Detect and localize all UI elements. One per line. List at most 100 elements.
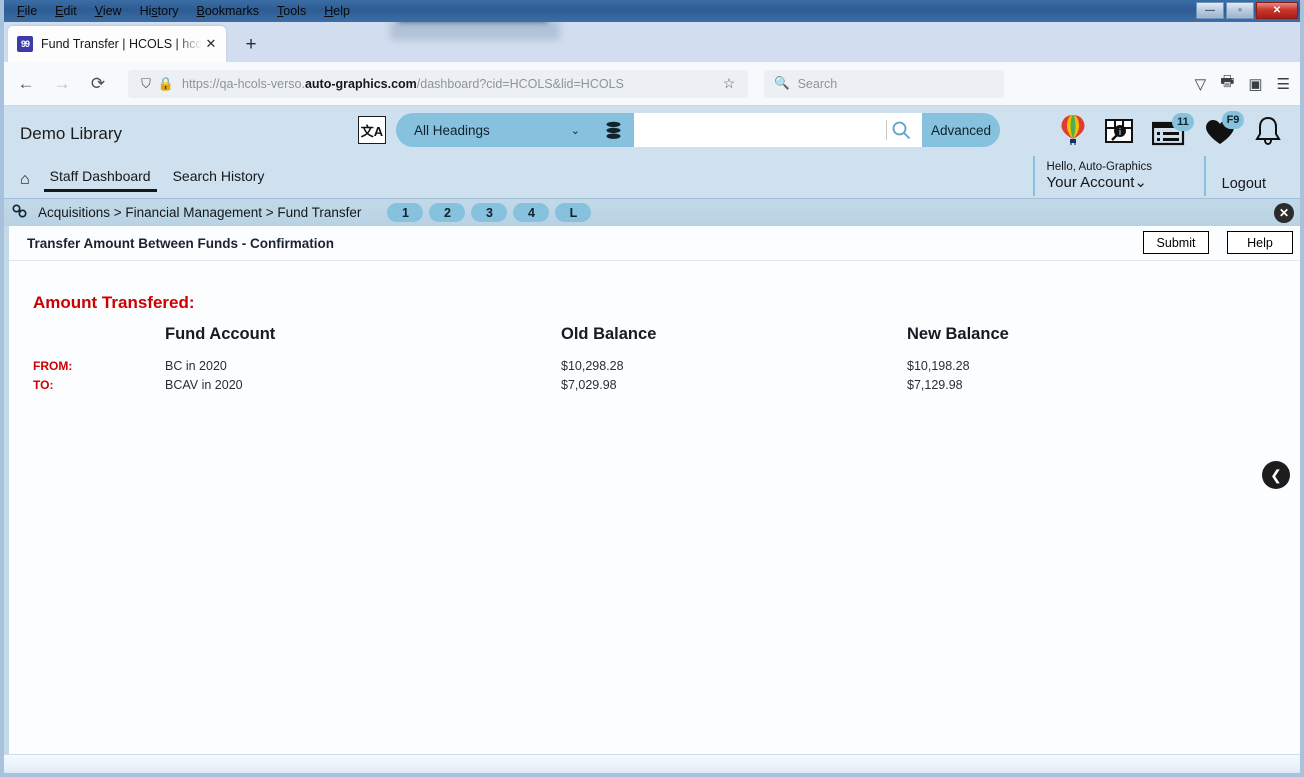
chevron-down-icon: ⌄: [1134, 174, 1147, 191]
account-menu[interactable]: Hello, Auto-Graphics Your Account⌄: [1032, 156, 1152, 196]
menu-item-tools[interactable]: Tools: [268, 0, 315, 22]
back-navigation-button[interactable]: ❮: [1262, 461, 1290, 489]
table-head: Fund Account Old Balance New Balance: [33, 325, 1207, 357]
row-label-to: TO:: [33, 378, 54, 392]
background-ghost-text: [250, 42, 710, 64]
extension-icon[interactable]: ▣: [1248, 75, 1262, 93]
maximize-button[interactable]: ▫: [1226, 2, 1254, 19]
account-label-text: Your Account: [1046, 174, 1135, 191]
search-submit-button[interactable]: [874, 113, 922, 147]
database-icon[interactable]: [592, 113, 634, 147]
back-icon[interactable]: ←: [10, 69, 42, 99]
page-container: Transfer Amount Between Funds - Confirma…: [0, 226, 1304, 754]
logout-button[interactable]: Logout: [1203, 156, 1266, 196]
map-search-icon[interactable]: i: [1104, 116, 1134, 146]
step-indicator: 1 2 3 4 L: [387, 203, 592, 222]
favorites-icon[interactable]: F9: [1204, 111, 1244, 146]
application-viewport: Demo Library 文A All Headings ⌄ Advanced …: [0, 106, 1304, 754]
menu-item-help[interactable]: Help: [315, 0, 359, 22]
breadcrumb-bar: Acquisitions > Financial Management > Fu…: [0, 198, 1304, 226]
col-header-old-balance: Old Balance: [561, 325, 657, 343]
search-icon: 🔍: [774, 76, 790, 90]
notifications-icon[interactable]: [1254, 116, 1282, 146]
account-label: Your Account⌄: [1047, 174, 1152, 192]
print-icon[interactable]: 🖶: [1220, 71, 1234, 96]
primary-nav: ⌂ Staff Dashboard Search History: [20, 168, 270, 192]
close-icon[interactable]: ✕: [1274, 203, 1294, 223]
transfer-summary-table: Fund Account Old Balance New Balance FRO…: [33, 325, 1207, 395]
hamburger-menu-icon[interactable]: ☰: [1277, 75, 1290, 93]
search-scope-select[interactable]: All Headings ⌄: [396, 113, 592, 147]
link-icon: [12, 204, 28, 221]
taskbar-ghost-text: [380, 766, 780, 776]
chevron-down-icon: ⌄: [570, 124, 580, 137]
url-bar[interactable]: ⛉ 🔒 https://qa-hcols-verso.auto-graphics…: [128, 69, 748, 98]
step-l[interactable]: L: [555, 203, 592, 222]
nav-item-staff-dashboard[interactable]: Staff Dashboard: [43, 168, 157, 192]
minimize-button[interactable]: —: [1196, 2, 1224, 19]
step-3[interactable]: 3: [471, 203, 508, 222]
url-suffix: /dashboard?cid=HCOLS&lid=HCOLS: [416, 76, 624, 91]
tab-title: Fund Transfer | HCOLS | hcols | A: [41, 37, 202, 51]
advanced-search-button[interactable]: Advanced: [922, 113, 1000, 147]
menu-item-file[interactable]: File: [8, 0, 46, 22]
window-close-button[interactable]: ✕: [1256, 2, 1298, 19]
account-strip: ⌂ Staff Dashboard Search History Hello, …: [0, 156, 1304, 198]
translate-icon[interactable]: 文A: [358, 116, 386, 144]
menu-bar: File Edit View History Bookmarks Tools H…: [0, 0, 359, 22]
browser-window: — ▫ ✕ File Edit View History Bookmarks T…: [0, 0, 1304, 777]
tab-close-icon[interactable]: ✕: [202, 35, 220, 53]
url-prefix: https://qa-hcols-verso.: [182, 76, 305, 91]
menu-item-edit[interactable]: Edit: [46, 0, 86, 22]
home-icon[interactable]: ⌂: [20, 171, 30, 189]
bookmark-star-icon[interactable]: ☆: [718, 75, 740, 92]
breadcrumb[interactable]: Acquisitions > Financial Management > Fu…: [38, 205, 361, 220]
row-from-new-balance: $10,198.28: [907, 359, 970, 373]
table-row: FROM: BC in 2020 $10,298.28 $10,198.28: [33, 357, 1207, 376]
col-header-new-balance: New Balance: [907, 325, 1009, 343]
favorites-badge: F9: [1222, 111, 1244, 129]
search-input[interactable]: [634, 113, 874, 147]
row-to-fund-account: BCAV in 2020: [165, 378, 243, 392]
logout-label: Logout: [1221, 176, 1266, 192]
reload-icon[interactable]: ⟳: [82, 69, 114, 99]
url-domain: auto-graphics.com: [304, 76, 417, 91]
shield-icon: ⛉: [141, 75, 151, 91]
pocket-icon[interactable]: ▽: [1195, 75, 1207, 93]
page-title-bar: Transfer Amount Between Funds - Confirma…: [9, 226, 1304, 260]
table-body: FROM: BC in 2020 $10,298.28 $10,198.28 T…: [33, 357, 1207, 395]
page-actions: Submit Help: [1143, 231, 1293, 254]
amount-transferred-heading: Amount Transfered:: [33, 293, 195, 312]
step-2[interactable]: 2: [429, 203, 466, 222]
browser-search-bar[interactable]: 🔍 Search: [764, 69, 1004, 98]
help-button[interactable]: Help: [1227, 231, 1293, 254]
page-content: Amount Transfered: Fund Account Old Bala…: [9, 261, 1304, 489]
search-placeholder: Search: [797, 76, 838, 91]
app-header: Demo Library 文A All Headings ⌄ Advanced …: [0, 106, 1304, 162]
step-1[interactable]: 1: [387, 203, 424, 222]
row-label-from: FROM:: [33, 359, 73, 373]
page-title: Transfer Amount Between Funds - Confirma…: [27, 235, 335, 251]
balloon-icon[interactable]: [1060, 114, 1086, 146]
svg-text:i: i: [1119, 128, 1122, 138]
row-to-old-balance: $7,029.98: [561, 378, 617, 392]
lists-badge: 11: [1172, 113, 1194, 131]
lists-icon[interactable]: 11: [1152, 113, 1194, 146]
nav-item-search-history[interactable]: Search History: [167, 168, 271, 192]
forward-icon[interactable]: →: [46, 69, 78, 99]
row-to-new-balance: $7,129.98: [907, 378, 963, 392]
row-from-old-balance: $10,298.28: [561, 359, 624, 373]
menu-item-bookmarks[interactable]: Bookmarks: [188, 0, 269, 22]
search-scope-value: All Headings: [414, 122, 490, 138]
window-controls: — ▫ ✕: [1196, 2, 1298, 19]
step-4[interactable]: 4: [513, 203, 550, 222]
browser-nav-bar: ← → ⟳ ⛉ 🔒 https://qa-hcols-verso.auto-gr…: [0, 62, 1304, 106]
lock-icon: 🔒: [157, 75, 175, 91]
menu-item-view[interactable]: View: [86, 0, 131, 22]
submit-button[interactable]: Submit: [1143, 231, 1209, 254]
row-from-fund-account: BC in 2020: [165, 359, 227, 373]
library-brand: Demo Library: [20, 124, 123, 143]
table-row: TO: BCAV in 2020 $7,029.98 $7,129.98: [33, 376, 1207, 395]
browser-tab[interactable]: 99 Fund Transfer | HCOLS | hcols | A ✕: [8, 26, 226, 62]
menu-item-history[interactable]: History: [131, 0, 188, 22]
